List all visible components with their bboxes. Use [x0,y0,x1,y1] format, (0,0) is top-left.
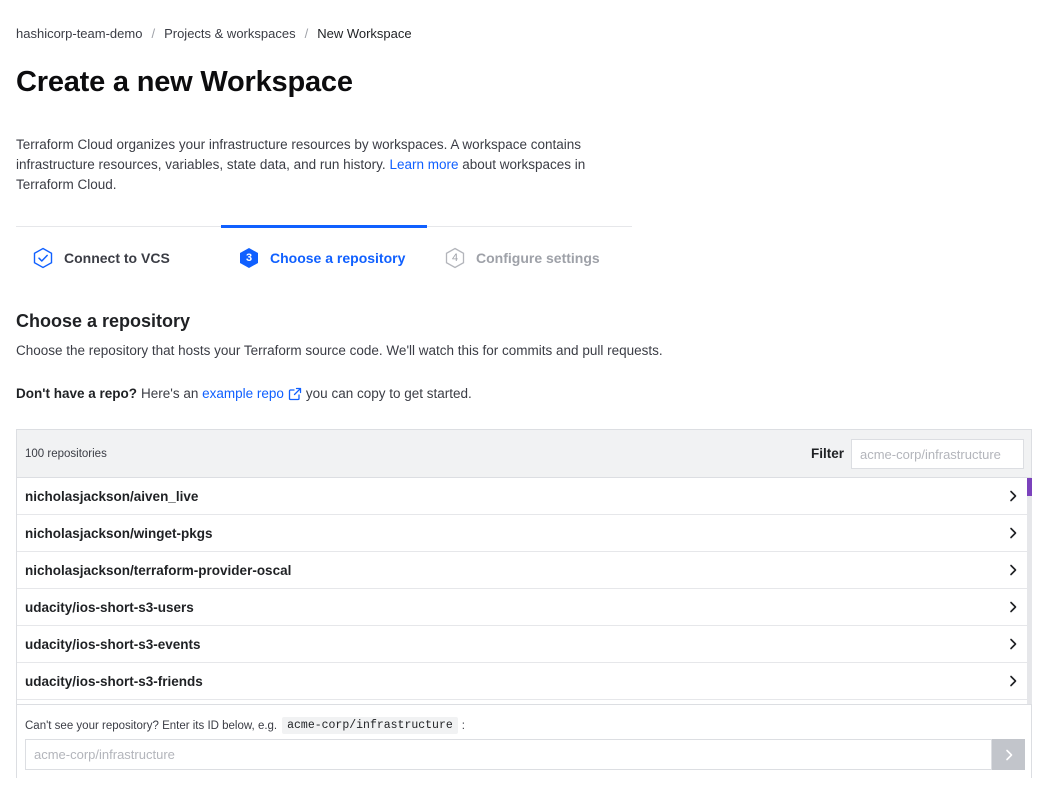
repository-name: nicholasjackson/aiven_live [25,488,199,504]
repository-list: nicholasjackson/aiven_live nicholasjacks… [17,478,1027,704]
chevron-right-icon [1007,527,1019,539]
repository-row[interactable]: udacity/ios-short-s3-events [17,626,1027,663]
external-link-icon[interactable] [288,387,302,401]
breadcrumb-separator: / [151,26,156,41]
filter-input[interactable] [851,439,1024,469]
repository-panel-header: 100 repositories Filter [17,430,1031,478]
manual-entry-example: acme-corp/infrastructure [282,717,458,734]
chevron-right-icon [1007,564,1019,576]
repository-id-input[interactable] [25,739,992,770]
repository-count: 100 repositories [25,448,107,460]
manual-entry-label: Can't see your repository? Enter its ID … [25,717,465,734]
chevron-right-icon [1007,490,1019,502]
breadcrumb-current: New Workspace [317,26,412,41]
repository-name: udacity/ios-short-s3-friends [25,673,203,689]
repository-name: udacity/ios-short-s3-users [25,599,194,615]
chevron-right-icon [1007,601,1019,613]
step-label: Configure settings [476,249,600,266]
step-connect-vcs[interactable]: Connect to VCS [32,227,170,288]
breadcrumb-org-link[interactable]: hashicorp-team-demo [16,26,142,41]
repository-name: nicholasjackson/terraform-provider-oscal [25,562,292,578]
repository-name: udacity/ios-short-s3-events [25,636,201,652]
section-description: Choose the repository that hosts your Te… [16,343,663,358]
learn-more-link[interactable]: Learn more [389,157,458,172]
step-label: Connect to VCS [64,249,170,266]
breadcrumb-separator: / [304,26,309,41]
step-number: 4 [451,251,459,264]
repository-row[interactable]: udacity/ios-short-s3-friends [17,663,1027,700]
filter-label: Filter [811,446,845,461]
step-number: 3 [245,252,253,264]
example-repo-link[interactable]: example repo [202,386,284,401]
chevron-right-icon [1007,638,1019,650]
step-choose-repository[interactable]: 3 Choose a repository [221,225,427,288]
repository-row[interactable]: nicholasjackson/aiven_live [17,478,1027,515]
repository-row[interactable]: nicholasjackson/terraform-provider-oscal [17,552,1027,589]
scrollbar-thumb[interactable] [1027,478,1032,496]
step-number-badge: 4 [444,247,466,269]
no-repo-after: you can copy to get started. [305,386,472,401]
repository-panel: 100 repositories Filter nicholasjackson/… [16,429,1032,778]
breadcrumb: hashicorp-team-demo / Projects & workspa… [16,26,412,41]
no-repo-hint: Don't have a repo? Here's an example rep… [16,386,472,401]
chevron-right-icon [1007,675,1019,687]
chevron-right-icon [1004,749,1014,761]
repository-list-scrollbar[interactable] [1027,478,1032,704]
repository-row[interactable]: udacity/ios-short-s3-users [17,589,1027,626]
section-title: Choose a repository [16,311,191,331]
step-configure-settings: 4 Configure settings [444,227,600,288]
manual-entry-text: Can't see your repository? Enter its ID … [25,719,278,732]
manual-entry-colon: : [461,719,465,732]
page-title: Create a new Workspace [16,66,353,98]
repository-row[interactable]: nicholasjackson/winget-pkgs [17,515,1027,552]
wizard-steps: Connect to VCS 3 Choose a repository 4 C… [16,225,632,288]
check-hexagon-icon [32,247,54,269]
intro-text: Terraform Cloud organizes your infrastru… [16,135,586,195]
repository-name: nicholasjackson/winget-pkgs [25,525,213,541]
step-number-badge: 3 [238,247,260,269]
no-repo-text: Here's an [140,386,199,401]
repository-id-submit-button[interactable] [992,739,1025,770]
no-repo-bold: Don't have a repo? [16,386,137,401]
step-label: Choose a repository [270,250,406,266]
manual-repository-entry: Can't see your repository? Enter its ID … [17,704,1031,778]
breadcrumb-projects-link[interactable]: Projects & workspaces [164,26,296,41]
